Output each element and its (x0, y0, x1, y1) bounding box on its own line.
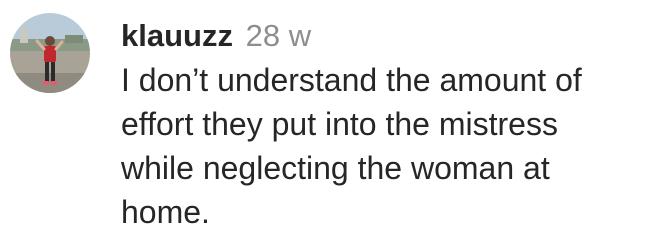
timestamp-link[interactable]: 28 w (246, 18, 311, 53)
username-link[interactable]: klauuzz (121, 18, 233, 53)
comment-header: klauuzz 28 w (121, 14, 651, 58)
user-avatar-photo-icon (10, 13, 90, 93)
avatar[interactable] (10, 13, 90, 93)
comment-body: klauuzz 28 w I don’t understand the amou… (121, 14, 651, 234)
comment-item: klauuzz 28 w I don’t understand the amou… (0, 0, 657, 247)
comment-text: I don’t understand the amount of effort … (121, 62, 582, 230)
